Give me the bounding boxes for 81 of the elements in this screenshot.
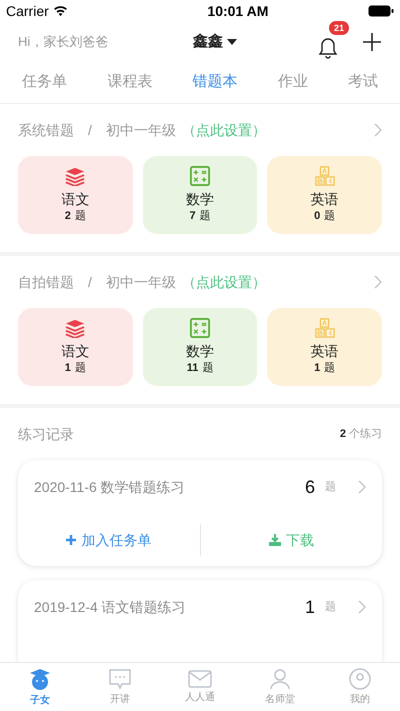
question-count: 0 <box>314 208 320 224</box>
subject-name: 语文 <box>61 190 90 208</box>
wifi-icon <box>52 6 68 16</box>
letter-blocks-icon <box>314 318 335 338</box>
plus-icon <box>66 535 76 545</box>
question-count: 2 <box>64 208 71 224</box>
battery-icon <box>368 5 394 17</box>
section-title: 自拍错题 <box>18 272 74 292</box>
tab[interactable]: 错题本 <box>192 71 238 94</box>
notification-badge: 21 <box>329 21 350 35</box>
record-count: 1 <box>304 596 315 618</box>
subject-name: 语文 <box>61 342 90 360</box>
separator-text: / <box>88 272 92 292</box>
grade-text: 初中一年级 <box>106 272 176 292</box>
tab-bar-item[interactable]: 子女 <box>0 663 80 711</box>
question-count: 11 <box>186 360 198 376</box>
subject-name: 英语 <box>310 342 339 360</box>
chevron-icon <box>358 600 366 614</box>
practice-unit: 个练习 <box>349 426 382 442</box>
subject-card[interactable]: 英语 1 题 <box>267 308 382 386</box>
subject-card[interactable]: 英语 0 题 <box>267 156 382 234</box>
subject-name: 数学 <box>186 342 214 360</box>
child-selector[interactable]: 鑫鑫 <box>193 30 237 54</box>
chevron-icon <box>358 480 366 494</box>
status-time: 10:01 AM <box>207 2 268 20</box>
question-count: 1 <box>314 360 320 376</box>
practice-count: 2 <box>340 426 346 442</box>
chevron-icon <box>374 275 382 289</box>
greeting-text: Hi，家长刘爸爸 <box>18 33 110 52</box>
letter-blocks-icon <box>314 166 335 186</box>
record-title: 2020-11-6 数学错题练习 <box>34 478 185 496</box>
chat-bubble-icon <box>108 668 132 690</box>
question-unit: 题 <box>74 360 86 376</box>
separator-text: / <box>88 120 92 140</box>
books-icon <box>64 166 86 186</box>
question-unit: 题 <box>74 208 86 224</box>
record-unit: 题 <box>325 480 336 495</box>
subject-card[interactable]: 数学 11 题 <box>142 308 258 386</box>
bell-icon <box>318 36 338 58</box>
tab-bar-item[interactable]: 人人通 <box>160 663 240 711</box>
question-unit: 题 <box>202 360 214 376</box>
tab-bar-item[interactable]: 名师堂 <box>240 663 320 711</box>
tab[interactable]: 考试 <box>348 71 378 94</box>
chevron-icon <box>374 123 382 137</box>
settings-link[interactable]: （点此设置） <box>182 272 266 292</box>
subject-card[interactable]: 数学 7 题 <box>142 156 258 234</box>
graduate-icon <box>28 666 52 690</box>
tab-bar-item[interactable]: 开讲 <box>80 663 160 711</box>
question-unit: 题 <box>200 208 211 224</box>
record-unit: 题 <box>325 600 336 615</box>
tab[interactable]: 课程表 <box>107 71 152 94</box>
subject-card[interactable]: 语文 1 题 <box>18 308 133 386</box>
calculator-icon <box>190 166 210 186</box>
question-unit: 题 <box>324 360 336 376</box>
user-icon <box>348 668 372 690</box>
question-count: 1 <box>64 360 71 376</box>
tab[interactable]: 作业 <box>278 71 308 94</box>
subject-card[interactable]: 语文 2 题 <box>18 156 133 234</box>
calculator-icon <box>190 318 210 338</box>
subject-name: 数学 <box>186 190 214 208</box>
add-to-tasks-button[interactable]: 加入任务单 <box>18 530 200 550</box>
tab[interactable]: 任务单 <box>22 71 67 94</box>
person-icon <box>268 668 292 690</box>
caret-icon <box>227 39 237 45</box>
books-icon <box>64 318 86 338</box>
carrier-label: Carrier <box>6 2 49 20</box>
question-unit: 题 <box>324 208 336 224</box>
grade-text: 初中一年级 <box>106 120 176 140</box>
question-count: 7 <box>189 208 196 224</box>
section-title: 练习记录 <box>18 424 74 444</box>
tab-bar-item[interactable]: 我的 <box>320 663 400 711</box>
record-title: 2019-12-4 语文错题练习 <box>34 598 186 616</box>
envelope-icon <box>188 670 212 688</box>
settings-link[interactable]: （点此设置） <box>182 120 266 140</box>
download-icon <box>268 534 281 546</box>
plus-icon <box>362 32 382 52</box>
section-title: 系统错题 <box>18 120 74 140</box>
subject-name: 英语 <box>310 190 339 208</box>
download-button[interactable]: 下载 <box>200 530 382 550</box>
add-button[interactable] <box>362 32 382 52</box>
record-count: 6 <box>304 476 315 498</box>
